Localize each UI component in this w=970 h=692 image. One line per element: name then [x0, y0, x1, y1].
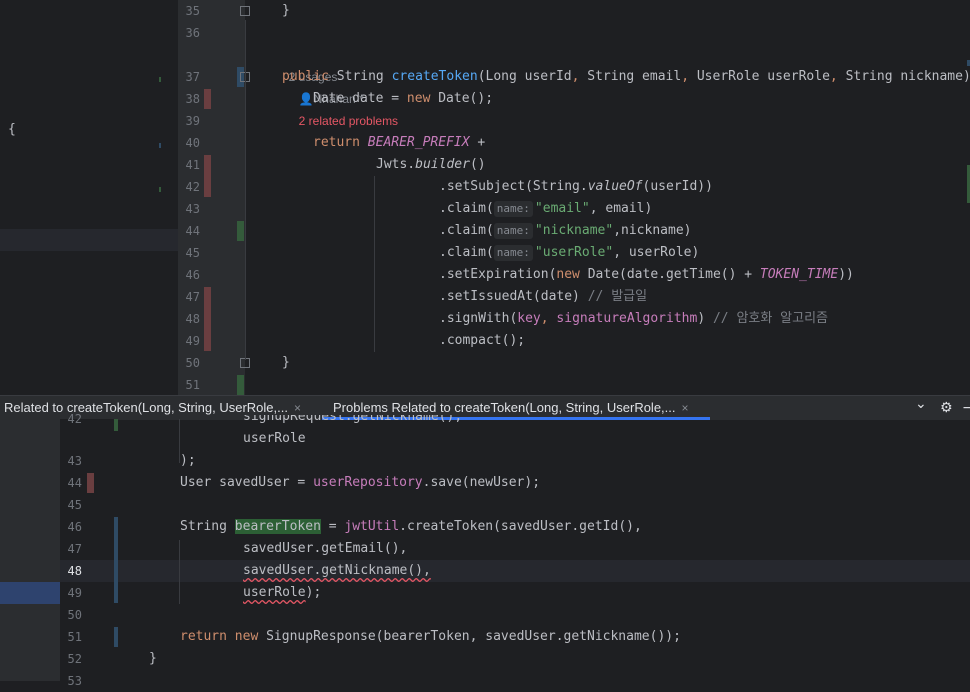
change-marker: [159, 143, 161, 148]
line-number: 47: [185, 290, 200, 304]
code-line-51: return new SignupResponse(bearerToken, s…: [180, 629, 681, 644]
code-line-44: .claim(name: "nickname",nickname): [439, 223, 692, 239]
code-line-43: .claim(name: "email", email): [439, 201, 653, 217]
code-line-40: return BEARER_PREFIX +: [313, 135, 486, 150]
vcs-deleted-marker[interactable]: [204, 287, 211, 351]
code-line-50: }: [282, 355, 290, 370]
code-line-47: .setIssuedAt(date) // 발급일: [439, 289, 648, 304]
code-line-37: public String createToken(Long userId, S…: [282, 69, 970, 84]
minimize-icon[interactable]: −: [962, 400, 970, 416]
vcs-modified-marker[interactable]: [114, 627, 118, 647]
vcs-modified-marker[interactable]: [114, 517, 118, 603]
code-line-48: savedUser.getNickname(),: [243, 560, 431, 582]
line-number: 45: [185, 246, 200, 260]
indent-guide: [179, 540, 180, 604]
line-number: 45: [67, 498, 82, 512]
project-side-gutter: [0, 0, 178, 395]
line-number: 42: [67, 412, 82, 426]
change-marker: [159, 187, 161, 192]
error-underline: userRole: [243, 585, 306, 600]
line-number: 44: [67, 476, 82, 490]
line-number: 50: [185, 356, 200, 370]
line-number: 49: [185, 334, 200, 348]
line-number: 43: [185, 202, 200, 216]
selected-usage-row[interactable]: [0, 582, 60, 604]
code-line-41: Jwts.builder(): [376, 157, 486, 172]
line-number: 39: [185, 114, 200, 128]
code-line-46: String bearerToken = jwtUtil.createToken…: [180, 519, 642, 534]
code-line-49: userRole);: [243, 585, 322, 600]
vcs-added-marker[interactable]: [237, 375, 244, 395]
highlighted-identifier: bearerToken: [234, 519, 321, 534]
param-hint: name:: [493, 223, 533, 239]
code-line-42: .setSubject(String.valueOf(userId)): [439, 179, 713, 194]
code-line-44: User savedUser = userRepository.save(new…: [180, 475, 541, 490]
line-number: 51: [185, 378, 200, 392]
line-number: 44: [185, 224, 200, 238]
param-hint: name:: [493, 201, 533, 217]
code-line-46: .setExpiration(new Date(date.getTime() +…: [439, 267, 854, 282]
code-line-47: savedUser.getEmail(),: [243, 541, 408, 556]
line-number: 37: [185, 70, 200, 84]
param-hint: name:: [493, 245, 533, 261]
vcs-deleted-marker[interactable]: [87, 473, 94, 493]
line-number: 46: [185, 268, 200, 282]
code-line-52: }: [149, 651, 157, 666]
chevron-down-icon[interactable]: ⌄: [915, 396, 927, 412]
indent-guide: [374, 176, 375, 352]
vcs-added-marker[interactable]: [114, 419, 118, 431]
tool-window-tab-bar: Related to createToken(Long, String, Use…: [0, 395, 970, 420]
line-number: 49: [67, 586, 82, 600]
current-line-highlight: [0, 229, 178, 251]
vcs-deleted-marker[interactable]: [204, 89, 211, 109]
line-number: 47: [67, 542, 82, 556]
vcs-deleted-marker[interactable]: [204, 155, 211, 197]
line-number: 50: [67, 608, 82, 622]
tab-label: Problems Related to createToken(Long, St…: [333, 400, 676, 415]
code-line-49: .compact();: [439, 333, 526, 348]
gear-icon[interactable]: ⚙: [940, 400, 953, 416]
line-number: 38: [185, 92, 200, 106]
line-number: 46: [67, 520, 82, 534]
line-number: 35: [185, 4, 200, 18]
code-line-35: }: [282, 3, 290, 18]
fold-marker-icon[interactable]: [240, 6, 250, 16]
code-line-43: );: [180, 453, 196, 468]
line-number: 53: [67, 674, 82, 688]
close-icon[interactable]: ×: [682, 401, 689, 415]
line-number: 48: [185, 312, 200, 326]
line-number: 41: [185, 158, 200, 172]
tab-label: Related to createToken(Long, String, Use…: [4, 400, 288, 415]
vcs-added-marker[interactable]: [237, 221, 244, 241]
line-number: 43: [67, 454, 82, 468]
line-number: 52: [67, 652, 82, 666]
code-line-38: Date date = new Date();: [313, 91, 494, 106]
author-icon: 👤: [298, 92, 314, 106]
usage-tree-panel[interactable]: [0, 419, 60, 681]
line-number: 40: [185, 136, 200, 150]
code-line-45: .claim(name: "userRole", userRole): [439, 245, 700, 261]
line-number: 48: [67, 564, 82, 578]
line-number: 42: [185, 180, 200, 194]
code-line-48: .signWith(key, signatureAlgorithm) // 암호…: [439, 311, 828, 326]
left-pane-brace: {: [8, 122, 16, 137]
line-number: 36: [185, 26, 200, 40]
error-underline: savedUser.getNickname(),: [243, 563, 431, 578]
close-icon[interactable]: ×: [294, 401, 301, 415]
fold-guide: [245, 20, 246, 360]
code-line-42: userRole: [243, 431, 306, 446]
change-marker: [159, 77, 161, 82]
line-number: 51: [67, 630, 82, 644]
related-problems-link[interactable]: 2 related problems: [299, 114, 398, 128]
